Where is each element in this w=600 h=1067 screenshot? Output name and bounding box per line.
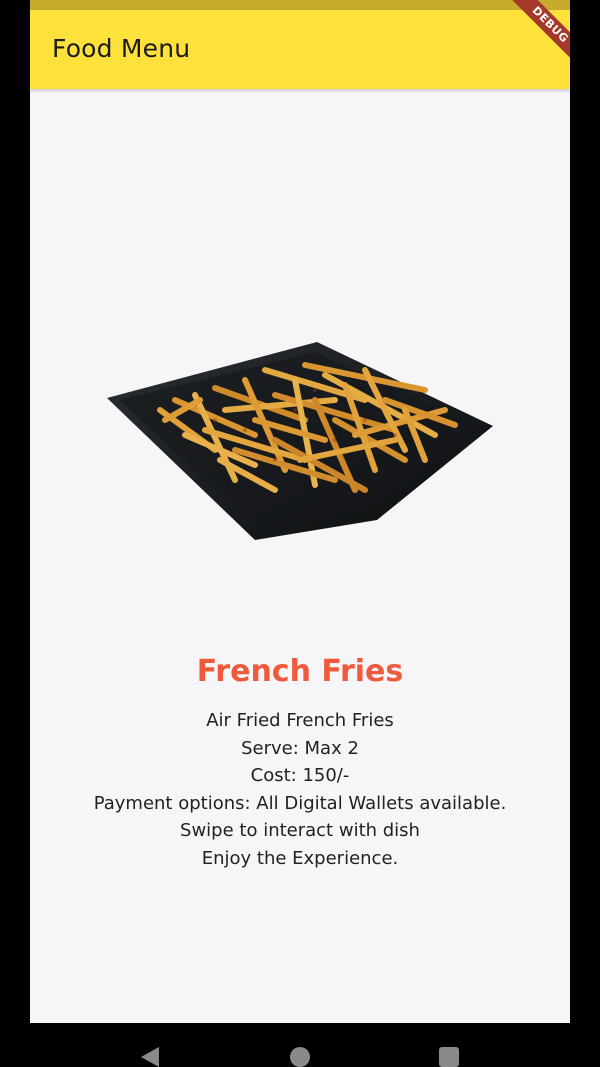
app-title: Food Menu bbox=[52, 34, 191, 63]
dish-swipe-hint: Swipe to interact with dish bbox=[180, 820, 420, 842]
home-circle-icon[interactable] bbox=[290, 1047, 310, 1067]
dish-enjoy-text: Enjoy the Experience. bbox=[201, 847, 399, 869]
dish-description: Air Fried French Fries bbox=[206, 710, 394, 731]
app-screen: Food Menu DEBUG French Fries Air Fried F… bbox=[30, 0, 570, 1023]
french-fries-image[interactable] bbox=[105, 340, 495, 545]
dish-title: French Fries bbox=[196, 654, 404, 689]
status-bar bbox=[30, 0, 570, 10]
dish-payment-options: Payment options: All Digital Wallets ava… bbox=[93, 792, 507, 814]
app-bar: Food Menu DEBUG bbox=[30, 0, 570, 89]
back-triangle-icon[interactable] bbox=[141, 1047, 159, 1067]
dish-serve: Serve: Max 2 bbox=[241, 737, 359, 759]
system-navigation-bar bbox=[0, 1023, 600, 1067]
debug-banner: DEBUG bbox=[509, 0, 570, 66]
dish-details: Air Fried French Fries Serve: Max 2 Cost… bbox=[30, 707, 570, 873]
dish-cost: Cost: 150/- bbox=[250, 765, 350, 787]
recent-apps-square-icon[interactable] bbox=[439, 1047, 459, 1067]
